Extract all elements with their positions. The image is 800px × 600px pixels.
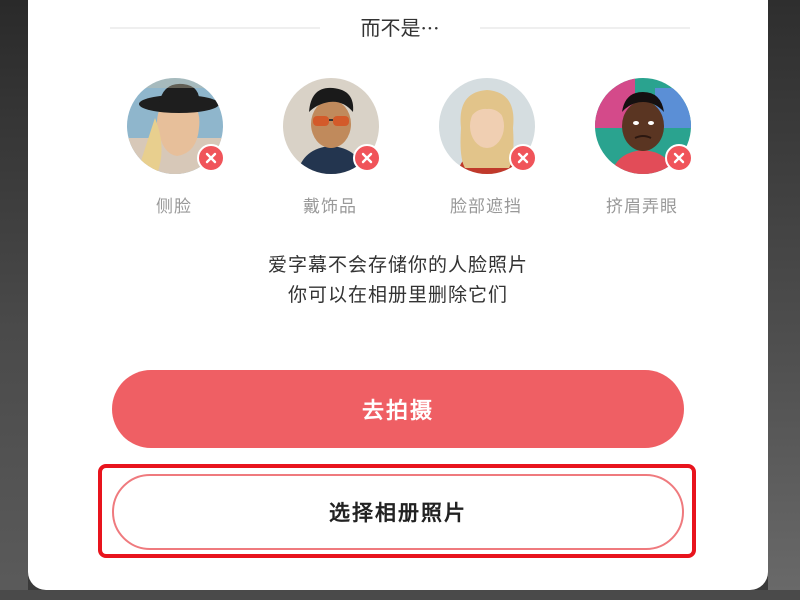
divider-right [480, 27, 690, 29]
example-face-covered: 脸部遮挡 [426, 78, 546, 228]
remove-x-icon [509, 144, 537, 172]
example-grimace: 挤眉弄眼 [582, 78, 702, 228]
remove-x-icon [353, 144, 381, 172]
example-accessories: 戴饰品 [270, 78, 390, 228]
background-bottom [0, 590, 800, 600]
photo-guide-dialog: 而不是··· 侧脸 戴饰品 脸部遮挡 挤眉弄眼 爱字幕不会存储你的人脸照片 你可… [28, 0, 768, 590]
privacy-notice-line2: 你可以在相册里删除它们 [287, 284, 508, 306]
take-photo-button[interactable]: 去拍摄 [112, 370, 684, 448]
example-side-face: 侧脸 [114, 78, 234, 228]
remove-x-icon [197, 144, 225, 172]
choose-album-photo-button[interactable]: 选择相册照片 [112, 474, 684, 550]
example-label: 侧脸 [156, 197, 192, 217]
background-left [0, 0, 28, 600]
privacy-notice-line1: 爱字幕不会存储你的人脸照片 [267, 254, 528, 276]
example-label: 挤眉弄眼 [606, 197, 678, 217]
section-header: 而不是··· [110, 10, 690, 46]
bad-examples-row: 侧脸 戴饰品 脸部遮挡 挤眉弄眼 [114, 78, 694, 228]
remove-x-icon [665, 144, 693, 172]
example-label: 脸部遮挡 [450, 197, 522, 217]
example-label: 戴饰品 [303, 197, 357, 217]
privacy-notice: 爱字幕不会存储你的人脸照片 你可以在相册里删除它们 [28, 250, 768, 310]
background-right [768, 0, 800, 600]
